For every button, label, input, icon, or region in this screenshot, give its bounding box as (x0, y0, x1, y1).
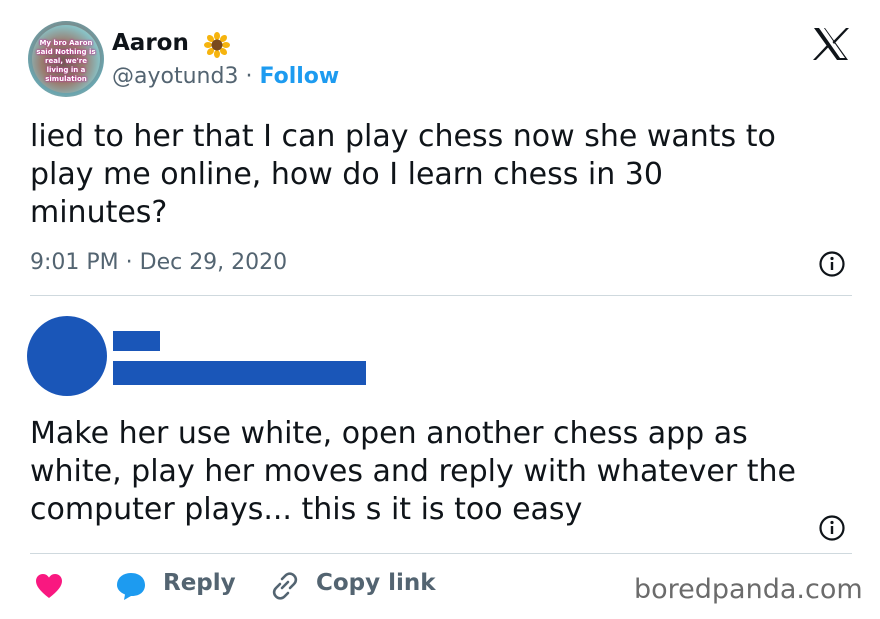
reply-author-avatar-redacted (27, 316, 107, 396)
reply-author-name-redacted (113, 331, 160, 351)
follow-link[interactable]: Follow (259, 64, 339, 89)
reply-button[interactable]: Reply (163, 570, 236, 596)
copy-link-button[interactable]: Copy link (316, 570, 436, 596)
reply-text: Make her use white, open another chess a… (30, 416, 796, 527)
watermark: boredpanda.com (634, 574, 863, 605)
heart-icon[interactable] (34, 572, 64, 600)
avatar-caption: My bro Aaron said Nothing is real, we're… (36, 39, 96, 83)
tweet-timestamp[interactable]: 9:01 PM · Dec 29, 2020 (30, 250, 287, 275)
author-avatar[interactable]: My bro Aaron said Nothing is real, we're… (28, 21, 104, 97)
link-icon[interactable] (268, 570, 302, 602)
separator-dot: · (245, 64, 253, 89)
info-icon[interactable] (818, 250, 846, 278)
x-logo-icon[interactable] (812, 26, 850, 62)
info-icon[interactable] (818, 514, 846, 542)
sunflower-icon (204, 32, 230, 58)
divider (30, 553, 852, 554)
speech-bubble-icon[interactable] (114, 570, 148, 602)
tweet-text: lied to her that I can play chess now sh… (30, 119, 776, 230)
divider (30, 295, 852, 296)
author-handle[interactable]: @ayotund3 (112, 64, 238, 89)
handle-row: @ayotund3 · Follow (112, 64, 339, 89)
author-name[interactable]: Aaron (112, 30, 189, 56)
reply-author-handle-redacted (113, 361, 366, 385)
